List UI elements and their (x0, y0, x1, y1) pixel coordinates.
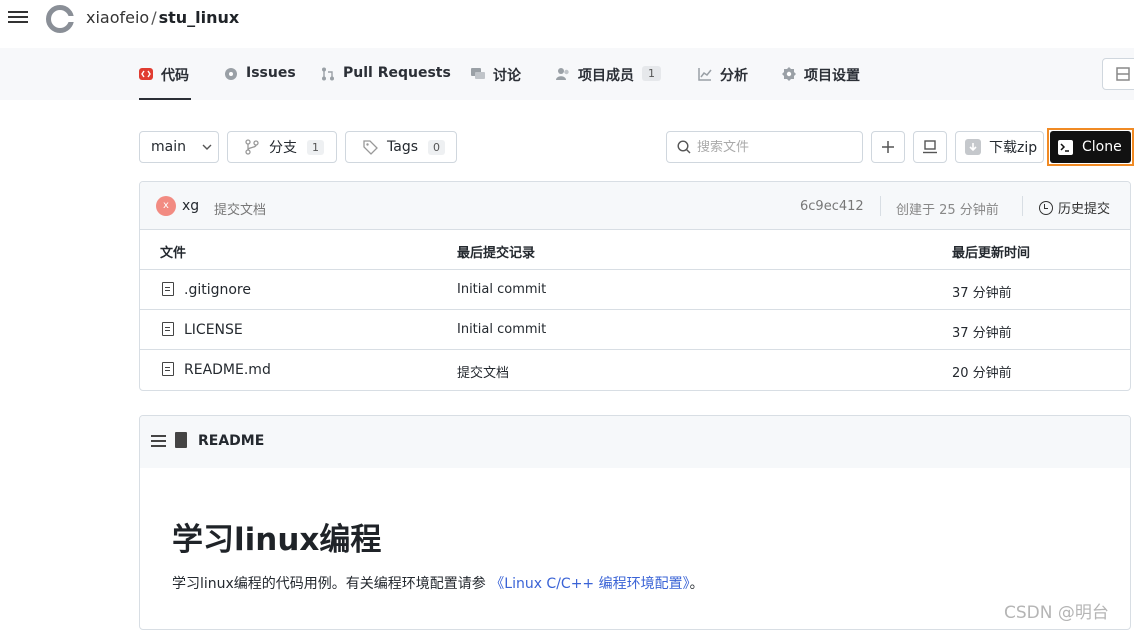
clone-button[interactable]: Clone (1050, 131, 1131, 163)
tags-button[interactable]: Tags 0 (345, 131, 457, 163)
clock-icon (1039, 200, 1053, 215)
tags-count-badge: 0 (428, 139, 445, 155)
commit-sha[interactable]: 6c9ec412 (800, 199, 864, 214)
branches-count-badge: 1 (307, 139, 324, 155)
search-input[interactable] (697, 139, 847, 155)
readme-panel: README 学习linux编程 学习linux编程的代码用例。有关编程环境配置… (139, 415, 1131, 630)
layout-icon (1116, 67, 1130, 81)
readme-paragraph: 学习linux编程的代码用例。有关编程环境配置请参 《Linux C/C++ 编… (172, 576, 704, 592)
list-icon[interactable] (151, 435, 166, 450)
download-zip-button[interactable]: 下载zip (955, 131, 1044, 163)
code-icon (139, 68, 153, 80)
branch-icon (245, 139, 259, 155)
tab-code[interactable]: 代码 (139, 60, 191, 100)
file-commit-message[interactable]: 提交文档 (457, 362, 509, 381)
file-icon (162, 322, 174, 336)
avatar[interactable]: x (156, 196, 176, 216)
branch-select[interactable]: main (139, 131, 219, 163)
file-name[interactable]: README.md (184, 362, 271, 378)
chevron-down-icon (202, 144, 212, 150)
search-icon (677, 140, 691, 154)
chart-icon (698, 68, 712, 81)
top-bar: xiaofeio / stu_linux (0, 0, 1134, 38)
column-header-last-commit: 最后提交记录 (457, 246, 536, 261)
repo-name-link[interactable]: stu_linux (159, 8, 240, 27)
tag-icon (363, 139, 378, 155)
divider (1022, 196, 1023, 216)
file-search[interactable] (666, 131, 863, 163)
file-updated-time: 37 分钟前 (952, 326, 1012, 341)
file-name[interactable]: LICENSE (184, 322, 243, 338)
tab-pull-requests[interactable]: Pull Requests (321, 60, 451, 100)
document-icon (175, 432, 187, 448)
breadcrumb: xiaofeio / stu_linux (86, 8, 240, 27)
table-row[interactable]: .gitignore Initial commit 37 分钟前 (140, 270, 1130, 310)
commit-author[interactable]: xg (182, 198, 199, 214)
readme-header: README (140, 416, 1130, 468)
sidebar-toggle-button[interactable] (1102, 58, 1134, 90)
table-row[interactable]: README.md 提交文档 20 分钟前 (140, 350, 1130, 390)
gear-icon (782, 67, 796, 81)
tab-issues[interactable]: Issues (224, 60, 296, 100)
tab-members[interactable]: 项目成员 1 (556, 60, 661, 100)
menu-icon[interactable] (8, 8, 28, 28)
file-updated-time: 37 分钟前 (952, 286, 1012, 301)
discussion-icon (471, 68, 485, 79)
latest-commit-bar: x xg 提交文档 6c9ec412 创建于 25 分钟前 历史提交 (140, 182, 1130, 230)
ide-icon (923, 140, 937, 154)
commit-message[interactable]: 提交文档 (214, 199, 266, 218)
file-commit-message[interactable]: Initial commit (457, 282, 546, 297)
column-header-updated: 最后更新时间 (952, 246, 1031, 261)
watermark: CSDN @明台 (1004, 603, 1109, 623)
add-file-button[interactable] (871, 131, 905, 163)
clone-button-focus-ring: Clone (1047, 128, 1134, 166)
table-header: 文件 最后提交记录 最后更新时间 (140, 230, 1130, 270)
tab-discussion[interactable]: 讨论 (471, 60, 521, 100)
column-header-file: 文件 (160, 246, 187, 261)
readme-title: 学习linux编程 (172, 522, 382, 558)
file-name[interactable]: .gitignore (184, 282, 251, 298)
members-count-badge: 1 (642, 66, 661, 81)
file-updated-time: 20 分钟前 (952, 366, 1012, 381)
download-icon (965, 139, 981, 155)
tab-settings[interactable]: 项目设置 (782, 60, 860, 100)
logo-icon[interactable] (46, 5, 74, 33)
members-icon (556, 68, 569, 80)
issue-icon (225, 68, 237, 80)
readme-body: 学习linux编程 学习linux编程的代码用例。有关编程环境配置请参 《Lin… (140, 514, 1130, 593)
plus-icon (882, 141, 894, 153)
commit-time: 创建于 25 分钟前 (896, 203, 999, 218)
web-ide-button[interactable] (913, 131, 947, 163)
table-row[interactable]: LICENSE Initial commit 37 分钟前 (140, 310, 1130, 350)
file-icon (162, 362, 174, 376)
file-commit-message[interactable]: Initial commit (457, 322, 546, 337)
file-icon (162, 282, 174, 296)
file-list: x xg 提交文档 6c9ec412 创建于 25 分钟前 历史提交 文件 最后… (139, 181, 1131, 391)
readme-label: README (198, 433, 265, 449)
pull-request-icon (322, 67, 334, 81)
owner-link[interactable]: xiaofeio (86, 8, 149, 27)
divider (880, 196, 881, 216)
history-button[interactable]: 历史提交 (1039, 198, 1110, 217)
tab-analysis[interactable]: 分析 (698, 60, 748, 100)
branches-button[interactable]: 分支 1 (227, 131, 337, 163)
env-config-link[interactable]: 《Linux C/C++ 编程环境配置》 (490, 576, 689, 592)
terminal-icon (1058, 139, 1073, 155)
repo-tab-nav: 代码 Issues Pull Requests 讨论 项目成员 1 分析 项目设… (0, 48, 1134, 100)
